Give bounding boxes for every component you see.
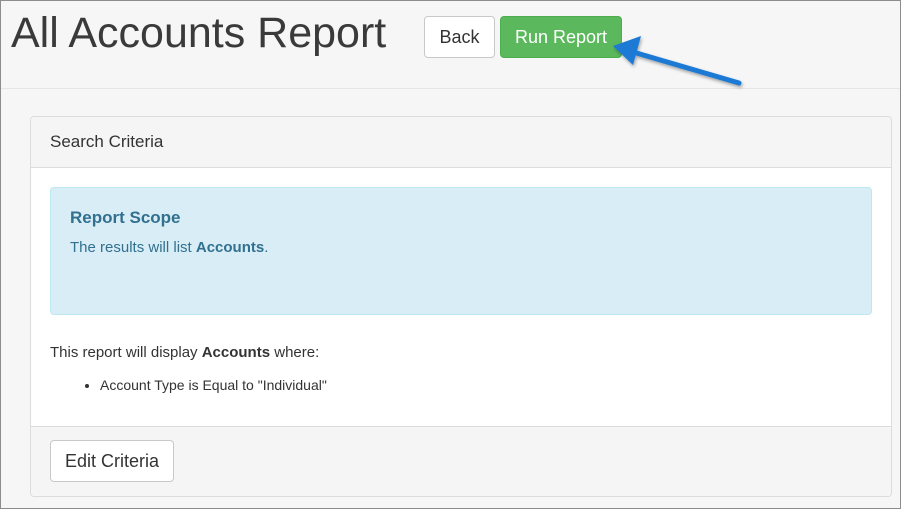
page-header: All Accounts Report Back Run Report: [1, 1, 900, 89]
description-bold: Accounts: [201, 344, 271, 361]
scope-text-bold: Accounts: [195, 239, 265, 256]
report-scope-alert: Report Scope The results will list Accou…: [50, 187, 872, 315]
search-criteria-panel: Search Criteria Report Scope The results…: [30, 116, 892, 497]
edit-criteria-button[interactable]: Edit Criteria: [50, 440, 174, 482]
scope-text-suffix: .: [264, 239, 269, 256]
list-item: Account Type is Equal to "Individual": [100, 377, 327, 393]
report-description: This report will display Accounts where:: [50, 344, 319, 361]
run-report-button[interactable]: Run Report: [500, 16, 622, 58]
description-suffix: where:: [270, 344, 320, 361]
panel-footer: Edit Criteria: [31, 426, 891, 496]
panel-heading: Search Criteria: [31, 117, 891, 168]
description-prefix: This report will display: [50, 344, 202, 361]
scope-text-prefix: The results will list: [70, 239, 196, 256]
criteria-list: Account Type is Equal to "Individual": [100, 377, 327, 393]
report-scope-text: The results will list Accounts.: [70, 239, 852, 256]
report-scope-title: Report Scope: [70, 208, 181, 227]
back-button[interactable]: Back: [424, 16, 495, 58]
page-title: All Accounts Report: [11, 9, 387, 57]
